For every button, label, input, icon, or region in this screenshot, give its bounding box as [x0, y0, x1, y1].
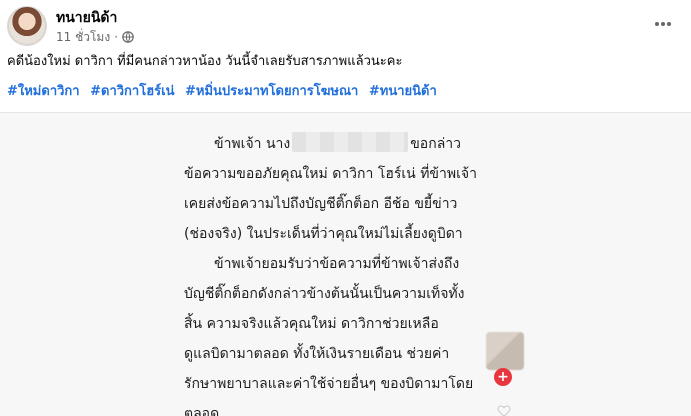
- heart-icon: [497, 405, 511, 416]
- meta-separator: ·: [114, 30, 119, 44]
- letter-line: ตลอด: [184, 406, 220, 416]
- redacted-name: [292, 132, 409, 152]
- letter-line: รักษาพยาบาลและค่าใช้จ่ายอื่นๆ ของบิดามาโ…: [184, 376, 474, 392]
- more-horizontal-icon: [655, 22, 659, 26]
- post-caption: คดีน้องใหม่ ดาวิกา ที่มีคนกล่าวหาน้อง วั…: [7, 54, 403, 69]
- letter-line: ข้อความขออภัยคุณใหม่ ดาวิกา โฮร์เน่ ที่ข…: [184, 166, 477, 182]
- post-header: ทนายนิด้า 11 ชั่วโมง ·: [0, 0, 691, 52]
- more-options-button[interactable]: [653, 14, 673, 34]
- letter-line: ข้าพเจ้ายอมรับว่าข้อความที่ข้าพเจ้าส่งถึ…: [214, 256, 460, 272]
- hashtag-link[interactable]: #หมิ่นประมาทโดยการโฆษณา: [185, 84, 358, 99]
- hashtag-link[interactable]: #ทนายนิด้า: [369, 84, 437, 99]
- author-name[interactable]: ทนายนิด้า: [56, 9, 117, 27]
- hashtag-link[interactable]: #ใหม่ดาวิกา: [7, 84, 80, 99]
- letter-line: บัญชีติ๊กต็อกดังกล่าวข้างต้นนั้นเป็นความ…: [184, 286, 465, 302]
- post-time[interactable]: 11 ชั่วโมง: [56, 29, 110, 45]
- letter-line: ข้าพเจ้า นาง ขอกล่าว: [184, 129, 514, 159]
- author-avatar[interactable]: [7, 6, 47, 46]
- hashtag-link[interactable]: #ดาวิกาโฮร์เน่: [90, 84, 174, 99]
- letter-line: สิ้น ความจริงแล้วคุณใหม่ ดาวิกาช่วยเหลือ: [184, 316, 439, 332]
- globe-icon[interactable]: [122, 31, 134, 43]
- letter-line: (ช่องจริง) ในประเด็นที่ว่าคุณใหม่ไม่เลี้…: [184, 226, 463, 242]
- add-icon[interactable]: +: [494, 368, 512, 386]
- letter-line: ดูแลบิดามาตลอด ทั้งให้เงินรายเดือน ช่วยค…: [184, 346, 450, 362]
- letter-line: เคยส่งข้อความไปถึงบัญชีติ๊กต็อก อีช้อ ขย…: [184, 196, 458, 212]
- post-meta: 11 ชั่วโมง ·: [56, 29, 134, 45]
- hashtag-list: #ใหม่ดาวิกา #ดาวิกาโฮร์เน่ #หมิ่นประมาทโ…: [7, 83, 443, 101]
- apology-letter: ข้าพเจ้า นาง ขอกล่าว ข้อความขออภัยคุณใหม่…: [184, 129, 514, 416]
- blurred-sticker: [486, 332, 524, 370]
- post-image[interactable]: ข้าพเจ้า นาง ขอกล่าว ข้อความขออภัยคุณใหม่…: [0, 112, 691, 416]
